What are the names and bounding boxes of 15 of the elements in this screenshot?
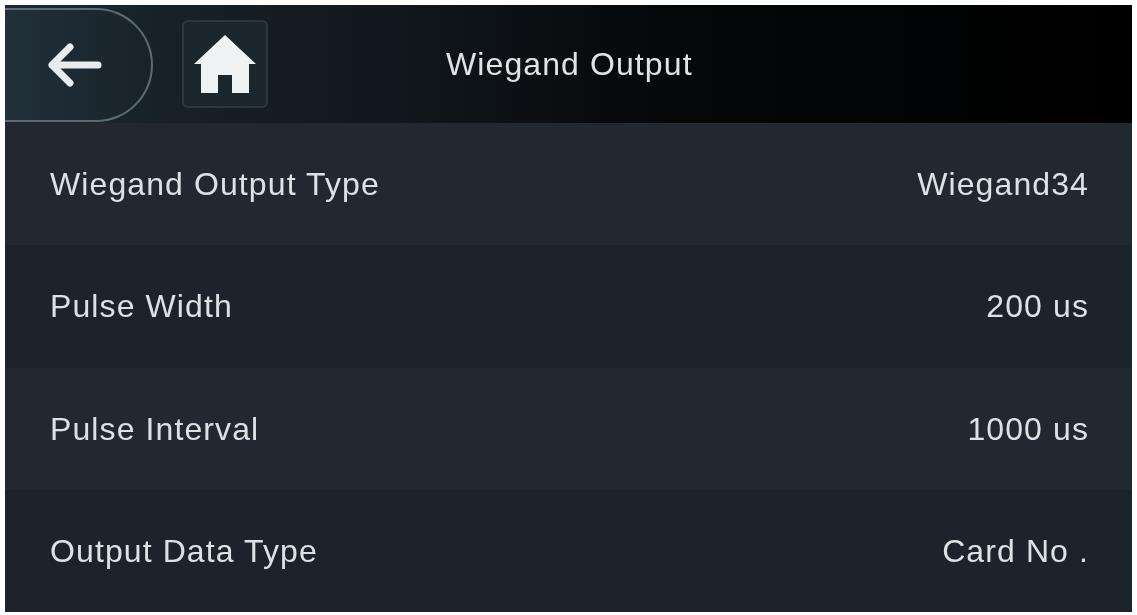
setting-label: Wiegand Output Type bbox=[50, 165, 380, 205]
screen-title: Wiegand Output bbox=[446, 45, 693, 84]
setting-row[interactable]: Wiegand Output Type Wiegand34 bbox=[5, 123, 1132, 246]
setting-value: Wiegand34 bbox=[917, 165, 1089, 205]
back-button[interactable] bbox=[5, 8, 153, 122]
home-button[interactable] bbox=[182, 20, 268, 108]
setting-label: Pulse Interval bbox=[50, 409, 260, 449]
setting-row[interactable]: Pulse Interval 1000 us bbox=[5, 367, 1132, 490]
home-icon bbox=[194, 35, 256, 93]
setting-value: Card No . bbox=[942, 531, 1089, 571]
setting-label: Output Data Type bbox=[50, 531, 318, 571]
setting-label: Pulse Width bbox=[50, 287, 233, 327]
setting-value: 1000 us bbox=[967, 409, 1089, 449]
setting-value: 200 us bbox=[986, 287, 1089, 327]
back-arrow-icon bbox=[46, 43, 102, 87]
